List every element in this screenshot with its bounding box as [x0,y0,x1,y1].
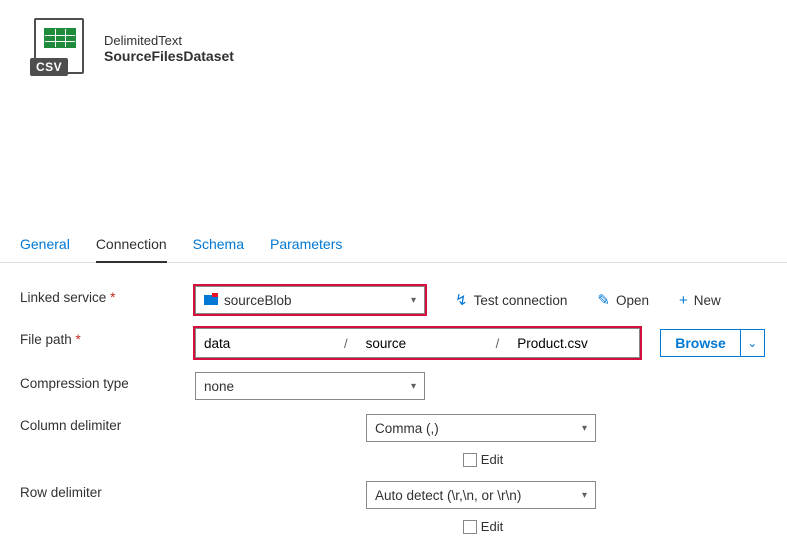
path-separator: / [496,336,500,351]
label-column-delimiter: Column delimiter [20,414,195,433]
chevron-down-icon: ⌄ [747,336,757,350]
row-delimiter-edit-checkbox[interactable]: Edit [463,519,503,534]
storage-icon [204,295,218,305]
checkbox-icon [463,520,477,534]
browse-group: Browse ⌄ [660,329,765,357]
dataset-name: SourceFilesDataset [104,48,234,64]
tab-schema[interactable]: Schema [193,228,244,262]
chevron-down-icon: ▾ [411,295,416,306]
label-compression-type: Compression type [20,372,195,391]
chevron-down-icon: ▾ [411,381,416,392]
dataset-titles: DelimitedText SourceFilesDataset [104,33,234,64]
browse-button[interactable]: Browse [660,329,741,357]
pencil-icon: ✎ [597,291,610,309]
compression-type-value: none [204,379,234,394]
file-path-group: / / [195,328,640,358]
test-connection-icon: ↯ [455,291,468,309]
test-connection-button[interactable]: ↯ Test connection [455,291,567,309]
column-delimiter-edit-checkbox[interactable]: Edit [463,452,503,467]
open-button[interactable]: ✎ Open [597,291,649,309]
connection-form: Linked service * sourceBlob ▾ ↯ Test con… [0,263,787,541]
new-button[interactable]: + New [679,292,721,309]
checkbox-icon [463,453,477,467]
row-file-path: File path * / / Browse ⌄ [20,321,767,365]
tab-parameters[interactable]: Parameters [270,228,342,262]
file-path-container-input[interactable] [196,329,334,357]
row-compression-type: Compression type none ▾ [20,365,767,407]
linked-service-dropdown[interactable]: sourceBlob ▾ [195,286,425,314]
dataset-header: CSV DelimitedText SourceFilesDataset [0,0,787,78]
label-row-delimiter: Row delimiter [20,481,195,500]
row-delimiter-value: Auto detect (\r,\n, or \r\n) [375,488,521,503]
tab-connection[interactable]: Connection [96,228,167,262]
tab-bar: General Connection Schema Parameters [0,228,787,263]
linked-service-value: sourceBlob [224,293,292,308]
csv-file-icon: CSV [30,18,90,78]
row-row-delimiter: Row delimiter Auto detect (\r,\n, or \r\… [20,474,767,541]
label-linked-service: Linked service * [20,286,195,305]
chevron-down-icon: ▾ [582,490,587,501]
tab-general[interactable]: General [20,228,70,262]
plus-icon: + [679,292,688,309]
label-file-path: File path * [20,328,195,347]
column-delimiter-value: Comma (,) [375,421,439,436]
row-linked-service: Linked service * sourceBlob ▾ ↯ Test con… [20,279,767,321]
path-separator: / [344,336,348,351]
row-delimiter-dropdown[interactable]: Auto detect (\r,\n, or \r\n) ▾ [366,481,596,509]
row-column-delimiter: Column delimiter Comma (,) ▾ Edit [20,407,767,474]
column-delimiter-dropdown[interactable]: Comma (,) ▾ [366,414,596,442]
browse-dropdown-button[interactable]: ⌄ [741,329,765,357]
compression-type-dropdown[interactable]: none ▾ [195,372,425,400]
file-path-directory-input[interactable] [358,329,486,357]
chevron-down-icon: ▾ [582,423,587,434]
dataset-type-label: DelimitedText [104,33,234,48]
file-path-file-input[interactable] [509,329,639,357]
